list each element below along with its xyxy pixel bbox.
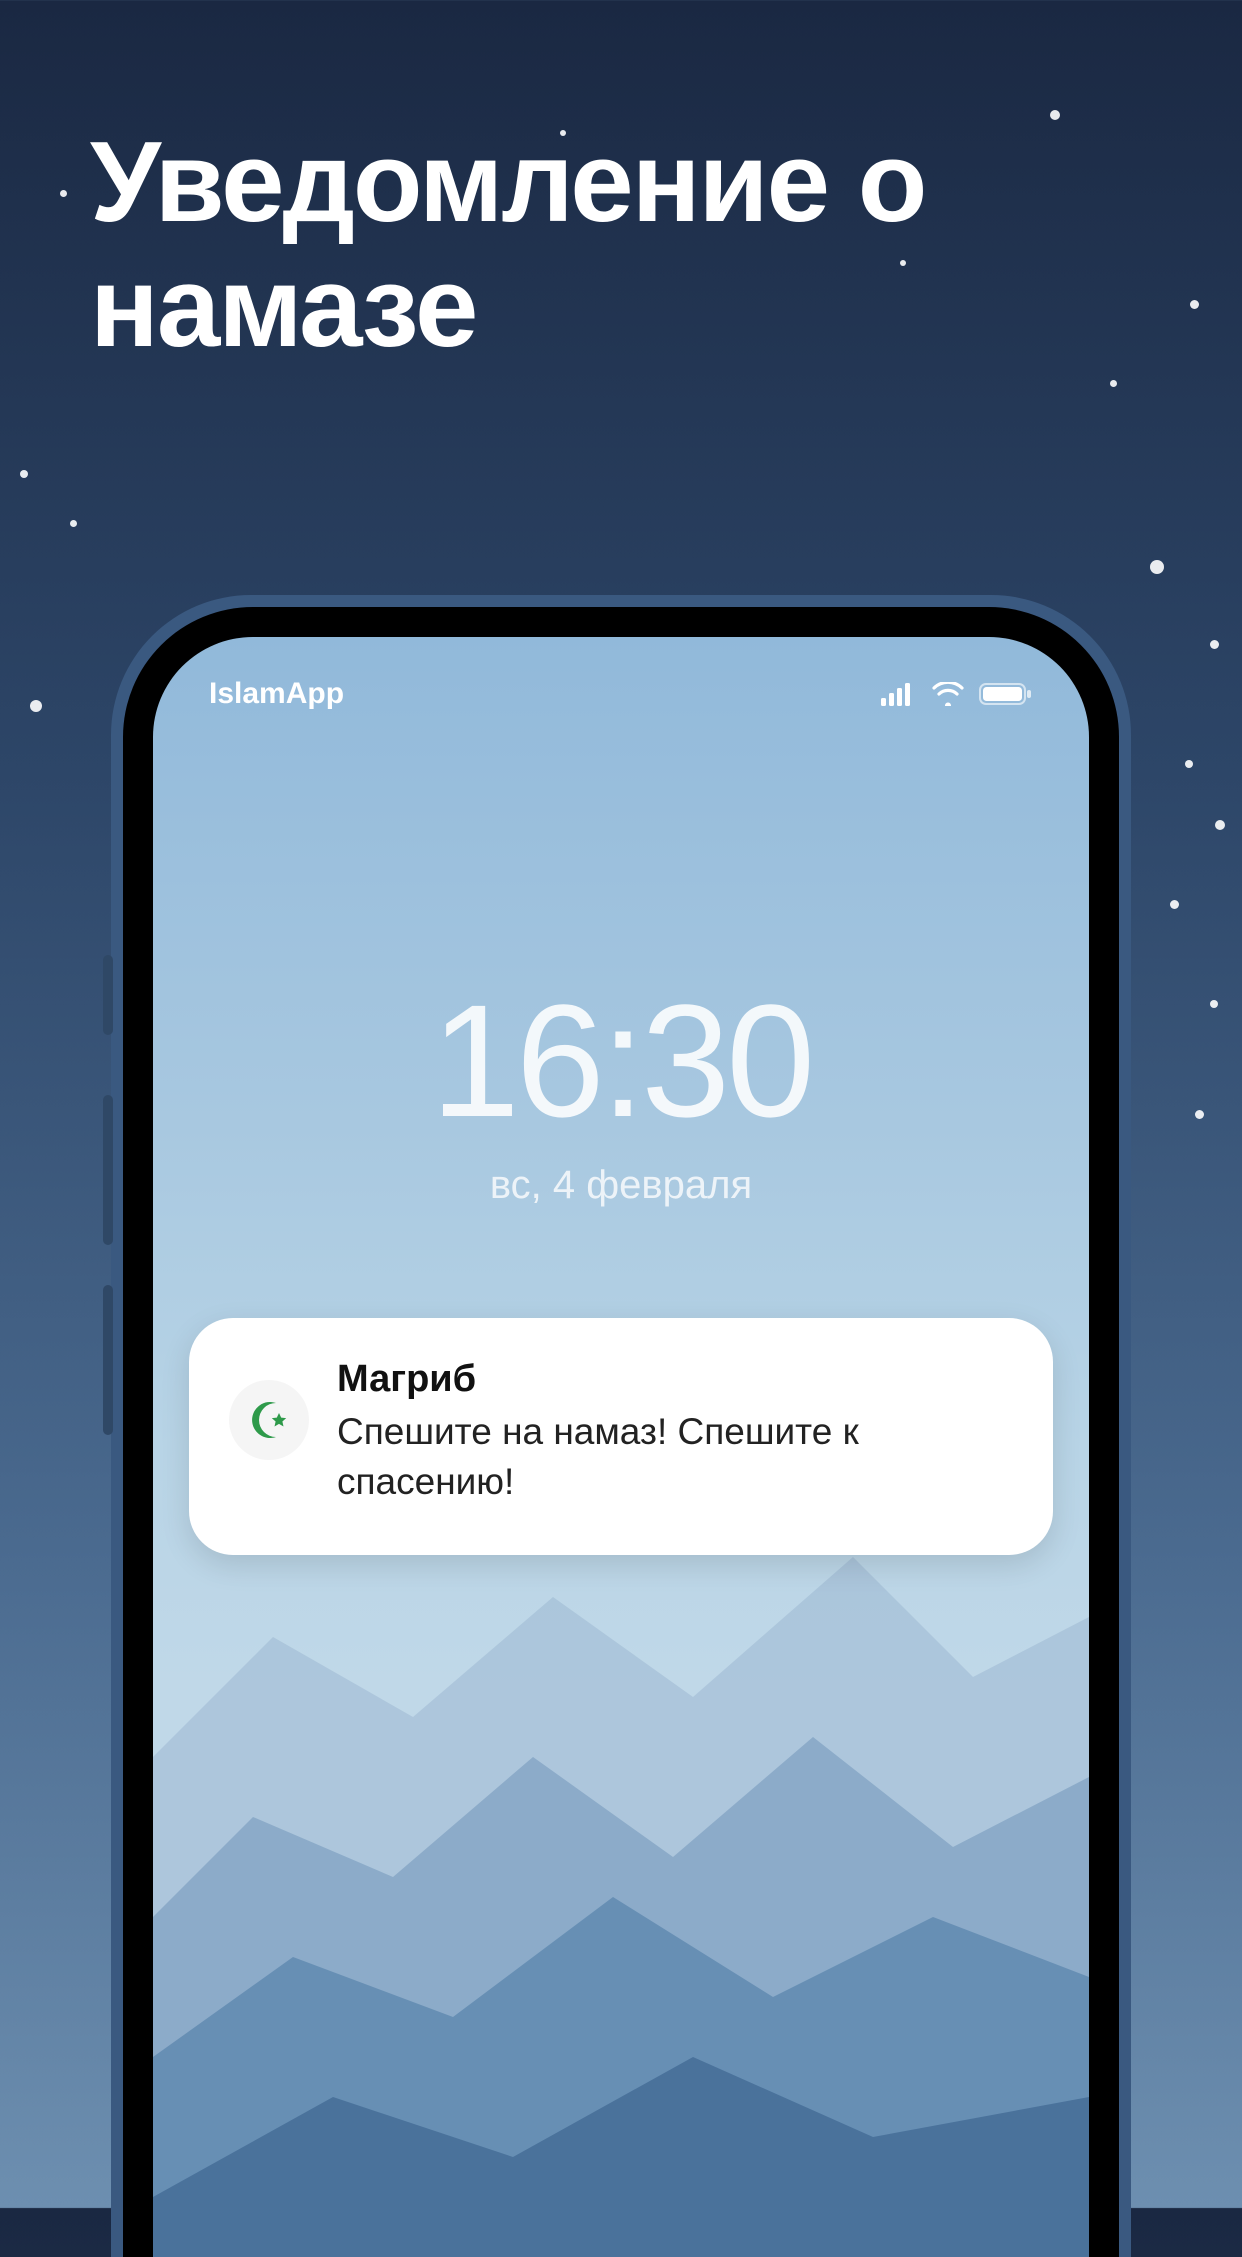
wifi-icon [931, 682, 965, 706]
status-bar: IslamApp [153, 637, 1089, 711]
phone-mockup: IslamApp [111, 595, 1131, 2257]
notification-card[interactable]: Магриб Спешите на намаз! Спешите к спасе… [189, 1318, 1053, 1555]
notification-title: Магриб [337, 1358, 1009, 1401]
clock-time: 16:30 [153, 981, 1089, 1141]
notification-body: Спешите на намаз! Спешите к спасению! [337, 1407, 1009, 1507]
crescent-star-icon [229, 1380, 309, 1460]
carrier-name: IslamApp [209, 677, 344, 711]
lockscreen-clock: 16:30 вс, 4 февраля [153, 981, 1089, 1208]
battery-icon [979, 682, 1033, 706]
mountains-background [153, 1457, 1089, 2257]
clock-date: вс, 4 февраля [153, 1163, 1089, 1208]
cellular-icon [881, 682, 917, 706]
page-title: Уведомление о намазе [90, 120, 1182, 371]
phone-screen: IslamApp [153, 637, 1089, 2257]
